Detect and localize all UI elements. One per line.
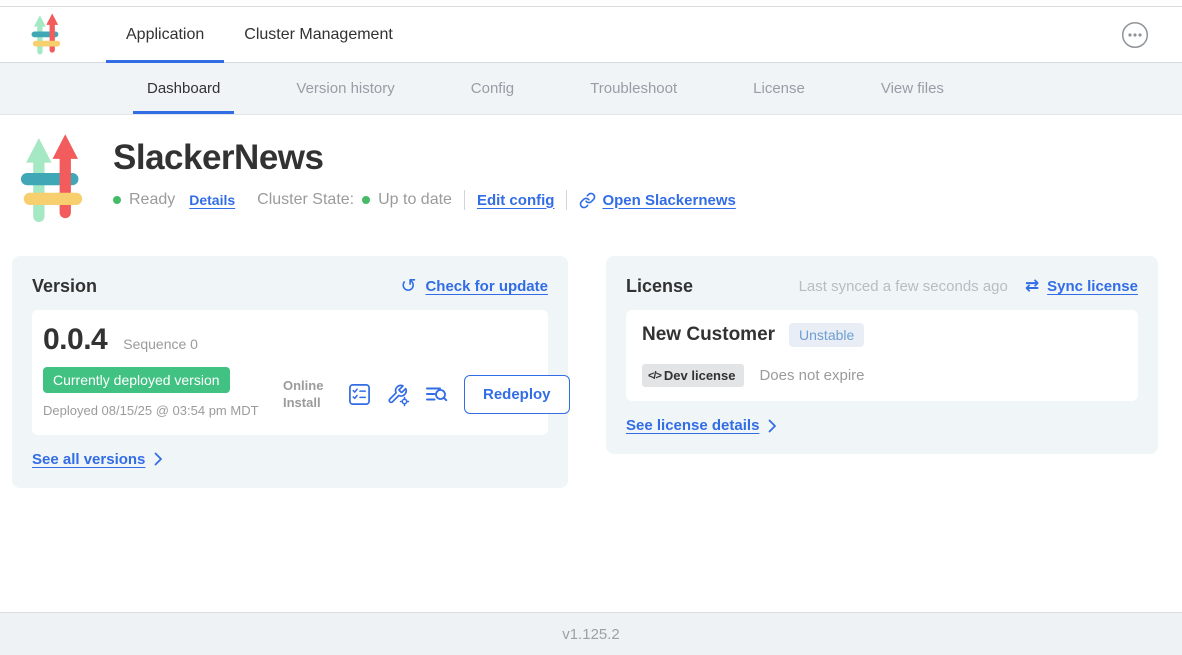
tab-view-files[interactable]: View files [867,63,958,114]
license-card-header: License Last synced a few seconds ago ⇄ … [626,276,1138,297]
console-version: v1.125.2 [562,626,620,643]
tab-cluster-management[interactable]: Cluster Management [224,7,413,62]
see-all-versions-link[interactable]: See all versions [32,451,145,468]
customer-row: New Customer Unstable [637,323,1122,347]
refresh-icon: ↺ [401,277,417,296]
version-left-column: Currently deployed version Deployed 08/1… [43,367,283,421]
app-sub-nav: Dashboard Version history Config Trouble… [0,63,1182,115]
top-nav: Application Cluster Management [0,7,1182,63]
tab-dashboard[interactable]: Dashboard [133,63,234,114]
redeploy-button[interactable]: Redeploy [464,375,570,414]
version-actions-group: Online Install [283,369,570,421]
sync-license-label: Sync license [1047,278,1138,295]
top-border-strip [0,0,1182,7]
cluster-state-dot [362,196,370,204]
preflight-checks-button[interactable] [348,383,371,406]
tab-version-history[interactable]: Version history [282,63,408,114]
open-app-link-label: Open Slackernews [602,192,735,209]
slackernews-logo-icon [30,13,63,57]
divider [566,190,567,210]
tab-dashboard-label: Dashboard [147,80,220,97]
tab-troubleshoot[interactable]: Troubleshoot [576,63,691,114]
checklist-icon [348,383,371,406]
app-logo-large [20,133,86,228]
tab-application-label: Application [126,26,204,44]
license-type-label: Dev license [664,368,736,383]
version-body-row: Currently deployed version Deployed 08/1… [43,367,532,421]
code-icon: </> [648,370,661,382]
ellipsis-icon [1121,21,1149,49]
chevron-right-icon [768,419,777,433]
app-status-dot [113,196,121,204]
file-search-icon [425,383,449,407]
details-link[interactable]: Details [189,192,235,208]
tab-application[interactable]: Application [106,7,224,62]
sequence-label: Sequence 0 [123,336,198,352]
current-version-panel: 0.0.4 Sequence 0 Currently deployed vers… [32,310,548,435]
sync-license-link[interactable]: ⇄ Sync license [1025,278,1138,295]
top-nav-tabs: Application Cluster Management [106,7,413,62]
check-for-update-link[interactable]: ↺ Check for update [401,277,548,296]
app-status-text: Ready [129,191,175,209]
view-yaml-button[interactable] [425,383,449,407]
customer-name: New Customer [642,324,775,346]
console-footer: v1.125.2 [0,612,1182,655]
app-header: SlackerNews Ready Details Cluster State:… [0,115,1182,228]
tab-config[interactable]: Config [457,63,528,114]
wrench-gear-icon [386,383,410,407]
app-status-row: Ready Details Cluster State: Up to date … [113,190,736,210]
license-header-actions: Last synced a few seconds ago ⇄ Sync lic… [799,278,1138,295]
open-app-link[interactable]: Open Slackernews [579,192,735,209]
overflow-menu-button[interactable] [1121,21,1149,49]
cluster-state-value: Up to date [378,191,452,209]
see-all-versions-row: See all versions [32,451,548,468]
tab-version-history-label: Version history [296,80,394,97]
divider [464,190,465,210]
edit-config-link[interactable]: Edit config [477,192,555,209]
tab-cluster-management-label: Cluster Management [244,26,393,44]
page-title: SlackerNews [113,138,736,178]
app-logo-icon [30,13,63,57]
sync-icon: ⇄ [1025,278,1039,295]
slackernews-logo-large-icon [20,133,86,228]
tab-troubleshoot-label: Troubleshoot [590,80,677,97]
tab-config-label: Config [471,80,514,97]
chevron-right-icon [154,452,163,466]
see-license-details-link[interactable]: See license details [626,417,759,434]
deployed-version-badge: Currently deployed version [43,367,230,393]
deployed-timestamp: Deployed 08/15/25 @ 03:54 pm MDT [43,402,283,421]
check-for-update-label: Check for update [425,278,548,295]
tab-view-files-label: View files [881,80,944,97]
view-config-button[interactable] [386,383,410,407]
license-panel: New Customer Unstable </> Dev license Do… [626,310,1138,401]
license-meta-row: </> Dev license Does not expire [637,364,1122,387]
version-number: 0.0.4 [43,323,107,357]
version-card-header: Version ↺ Check for update [32,276,548,297]
see-license-details-row: See license details [626,417,1138,434]
cluster-state-label: Cluster State: [257,191,354,209]
tab-license[interactable]: License [739,63,819,114]
license-card-title: License [626,276,693,297]
last-synced-text: Last synced a few seconds ago [799,278,1008,295]
app-header-text: SlackerNews Ready Details Cluster State:… [113,133,736,228]
license-type-badge: </> Dev license [642,364,744,387]
dashboard-cards: Version ↺ Check for update 0.0.4 Sequenc… [0,256,1182,488]
license-expiry-text: Does not expire [759,367,864,384]
license-card: License Last synced a few seconds ago ⇄ … [606,256,1158,454]
version-card: Version ↺ Check for update 0.0.4 Sequenc… [12,256,568,488]
version-card-title: Version [32,276,97,297]
channel-badge: Unstable [789,323,864,347]
tab-license-label: License [753,80,805,97]
version-top-row: 0.0.4 Sequence 0 [43,323,532,357]
link-icon [579,192,596,209]
install-type-label: Online Install [283,378,333,412]
